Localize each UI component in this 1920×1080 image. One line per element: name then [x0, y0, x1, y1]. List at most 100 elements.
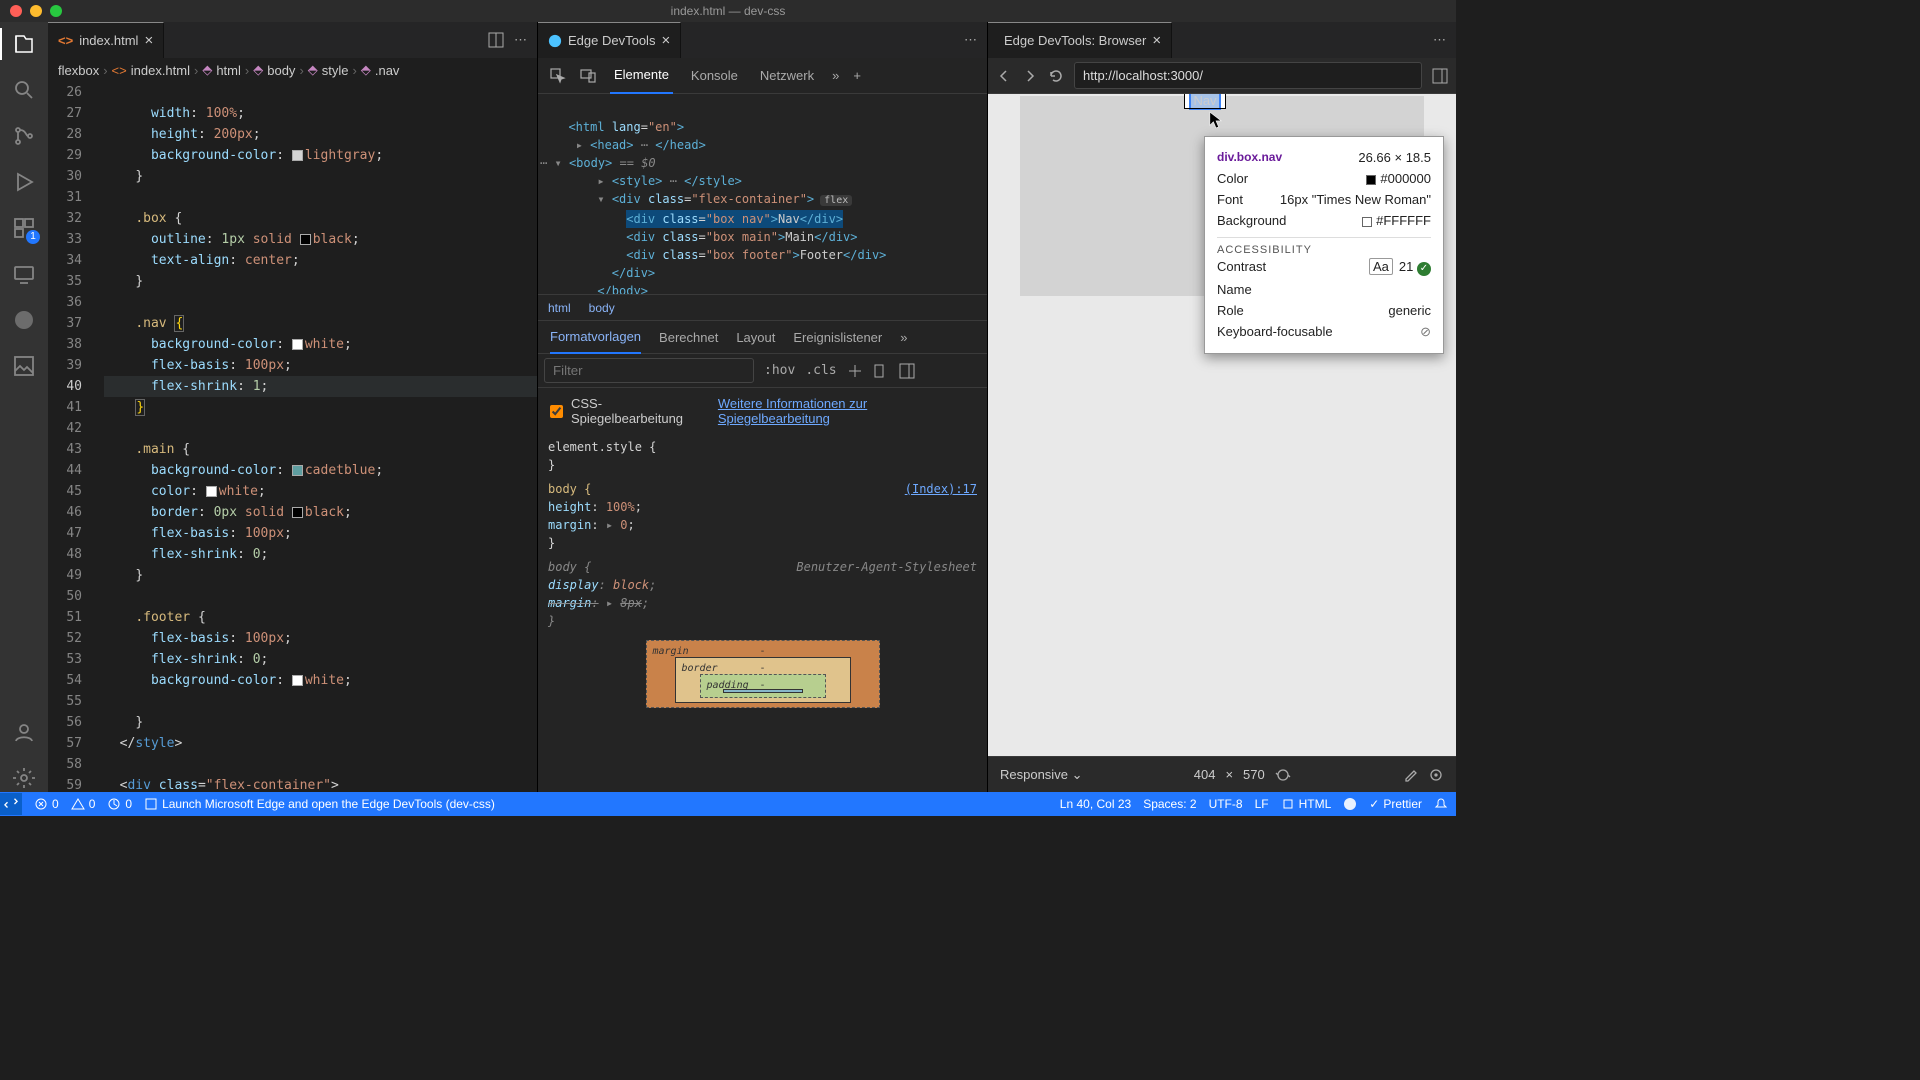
tab-network[interactable]: Netzwerk — [756, 58, 818, 94]
tab-label: index.html — [79, 33, 138, 48]
breadcrumb[interactable]: flexbox› <>index.html› ⬘html› ⬘body› ⬘st… — [48, 58, 537, 82]
cls-toggle[interactable]: .cls — [805, 363, 836, 378]
inspector-selector: div.box.nav — [1217, 150, 1282, 165]
account-icon[interactable] — [10, 718, 38, 746]
maximize-window-button[interactable] — [50, 5, 62, 17]
encoding-selector[interactable]: UTF-8 — [1209, 797, 1243, 811]
close-tab-icon[interactable]: × — [661, 32, 670, 49]
devtools-panel: Edge DevTools × ⋯ Elemente Konsole Netzw… — [538, 22, 988, 792]
dom-breadcrumb[interactable]: html body — [538, 294, 987, 320]
explorer-icon[interactable] — [10, 30, 38, 58]
search-icon[interactable] — [10, 76, 38, 104]
device-bar: Responsive ⌄ 404 × 570 — [988, 756, 1456, 792]
language-mode[interactable]: HTML — [1281, 797, 1332, 811]
devtools-tab[interactable]: Edge DevTools × — [538, 22, 681, 58]
errors-count[interactable]: 0 — [34, 797, 59, 811]
html-file-icon: <> — [112, 63, 127, 78]
image-icon[interactable] — [10, 352, 38, 380]
remote-icon[interactable] — [10, 260, 38, 288]
more-actions-icon[interactable]: ⋯ — [964, 32, 977, 48]
back-icon[interactable] — [996, 68, 1012, 84]
styles-tabs: Formatvorlagen Berechnet Layout Ereignis… — [538, 320, 987, 354]
status-bar: 0 0 0 Launch Microsoft Edge and open the… — [0, 792, 1456, 816]
rotate-icon[interactable] — [1275, 767, 1291, 783]
code-content[interactable]: width: 100%; height: 200px; background-c… — [104, 82, 537, 792]
browser-tab[interactable]: Edge DevTools: Browser × — [988, 22, 1172, 58]
code-editor[interactable]: 2627282930313233343536373839404142434445… — [48, 82, 537, 792]
device-mode-select[interactable]: Responsive ⌄ — [1000, 767, 1082, 783]
element-icon: ⬘ — [361, 62, 371, 78]
activity-bar: 1 — [0, 22, 48, 792]
notifications-icon[interactable] — [1434, 797, 1448, 811]
element-inspector-popup: div.box.nav26.66 × 18.5 Color#000000 Fon… — [1204, 136, 1444, 354]
browser-panel: Edge DevTools: Browser × ⋯ Nav div.box.n… — [988, 22, 1456, 792]
panel-toggle-icon[interactable] — [899, 363, 915, 379]
eyedropper-icon[interactable] — [1402, 767, 1418, 783]
device-icon[interactable] — [873, 363, 889, 379]
target-icon[interactable] — [1428, 767, 1444, 783]
reload-icon[interactable] — [1048, 68, 1064, 84]
prettier-status[interactable]: ✓ Prettier — [1369, 797, 1422, 811]
nav-highlight: Nav — [1191, 94, 1218, 108]
split-editor-icon[interactable] — [488, 32, 504, 48]
eol-selector[interactable]: LF — [1255, 797, 1269, 811]
remote-indicator[interactable] — [0, 793, 22, 815]
close-tab-icon[interactable]: × — [144, 32, 153, 49]
new-rule-icon[interactable] — [847, 363, 863, 379]
more-actions-icon[interactable]: ⋯ — [514, 32, 527, 48]
extensions-icon[interactable]: 1 — [10, 214, 38, 242]
styles-filter-input[interactable] — [544, 358, 754, 383]
inspect-element-icon[interactable] — [550, 68, 566, 84]
settings-gear-icon[interactable] — [10, 764, 38, 792]
styles-pane[interactable]: element.style {} (Index):17body { height… — [538, 434, 987, 792]
edge-status-icon[interactable] — [1343, 797, 1357, 811]
css-mirror-checkbox[interactable] — [550, 405, 563, 418]
viewport-width[interactable]: 404 — [1194, 767, 1216, 782]
element-icon: ⬘ — [253, 62, 263, 78]
scm-icon[interactable] — [10, 122, 38, 150]
cursor-icon — [1209, 111, 1223, 129]
url-input[interactable] — [1074, 62, 1422, 89]
css-mirror-label: CSS-Spiegelbearbeitung — [571, 396, 710, 426]
hov-toggle[interactable]: :hov — [764, 363, 795, 378]
line-gutter: 2627282930313233343536373839404142434445… — [48, 82, 104, 792]
status-launch-msg[interactable]: Launch Microsoft Edge and open the Edge … — [144, 797, 495, 811]
dom-tree[interactable]: <html lang="en"> ▸ <head> ⋯ </head> ⋯ ▾ … — [538, 94, 987, 294]
close-tab-icon[interactable]: × — [1152, 32, 1161, 49]
devtools-dock-icon[interactable] — [1432, 68, 1448, 84]
close-window-button[interactable] — [10, 5, 22, 17]
debug-icon[interactable] — [10, 168, 38, 196]
more-tabs-icon[interactable]: » — [832, 68, 839, 83]
ports-count[interactable]: 0 — [107, 797, 132, 811]
device-toolbar-icon[interactable] — [580, 68, 596, 84]
minimize-window-button[interactable] — [30, 5, 42, 17]
tab-computed[interactable]: Berechnet — [659, 330, 718, 345]
viewport-height[interactable]: 570 — [1243, 767, 1265, 782]
warnings-count[interactable]: 0 — [71, 797, 96, 811]
devtools-toolbar: Elemente Konsole Netzwerk » + — [538, 58, 987, 94]
css-mirror-row: CSS-Spiegelbearbeitung Weitere Informati… — [538, 388, 987, 434]
editor-tab-index[interactable]: <> index.html × — [48, 22, 164, 58]
window-titlebar: index.html — dev-css — [0, 0, 1456, 22]
editor-panel: <> index.html × ⋯ flexbox› <>index.html›… — [48, 22, 538, 792]
inspector-dims: 26.66 × 18.5 — [1358, 150, 1431, 165]
more-actions-icon[interactable]: ⋯ — [1433, 32, 1446, 48]
cursor-position[interactable]: Ln 40, Col 23 — [1060, 797, 1131, 811]
nav-box-preview: Nav — [1185, 94, 1225, 108]
more-tabs-icon[interactable]: » — [900, 330, 907, 345]
edge-icon[interactable] — [10, 306, 38, 334]
browser-toolbar — [988, 58, 1456, 94]
styles-filter-row: :hov .cls — [538, 354, 987, 388]
tab-styles[interactable]: Formatvorlagen — [550, 320, 641, 354]
css-mirror-link[interactable]: Weitere Informationen zur Spiegelbearbei… — [718, 396, 975, 426]
tab-layout[interactable]: Layout — [736, 330, 775, 345]
forward-icon[interactable] — [1022, 68, 1038, 84]
add-tab-icon[interactable]: + — [853, 68, 861, 83]
indent-selector[interactable]: Spaces: 2 — [1143, 797, 1196, 811]
window-controls — [0, 5, 62, 17]
tab-console[interactable]: Konsole — [687, 58, 742, 94]
editor-tabbar: <> index.html × ⋯ — [48, 22, 537, 58]
tab-listeners[interactable]: Ereignislistener — [793, 330, 882, 345]
tab-elements[interactable]: Elemente — [610, 58, 673, 94]
chevron-down-icon: ⌄ — [1072, 767, 1083, 782]
